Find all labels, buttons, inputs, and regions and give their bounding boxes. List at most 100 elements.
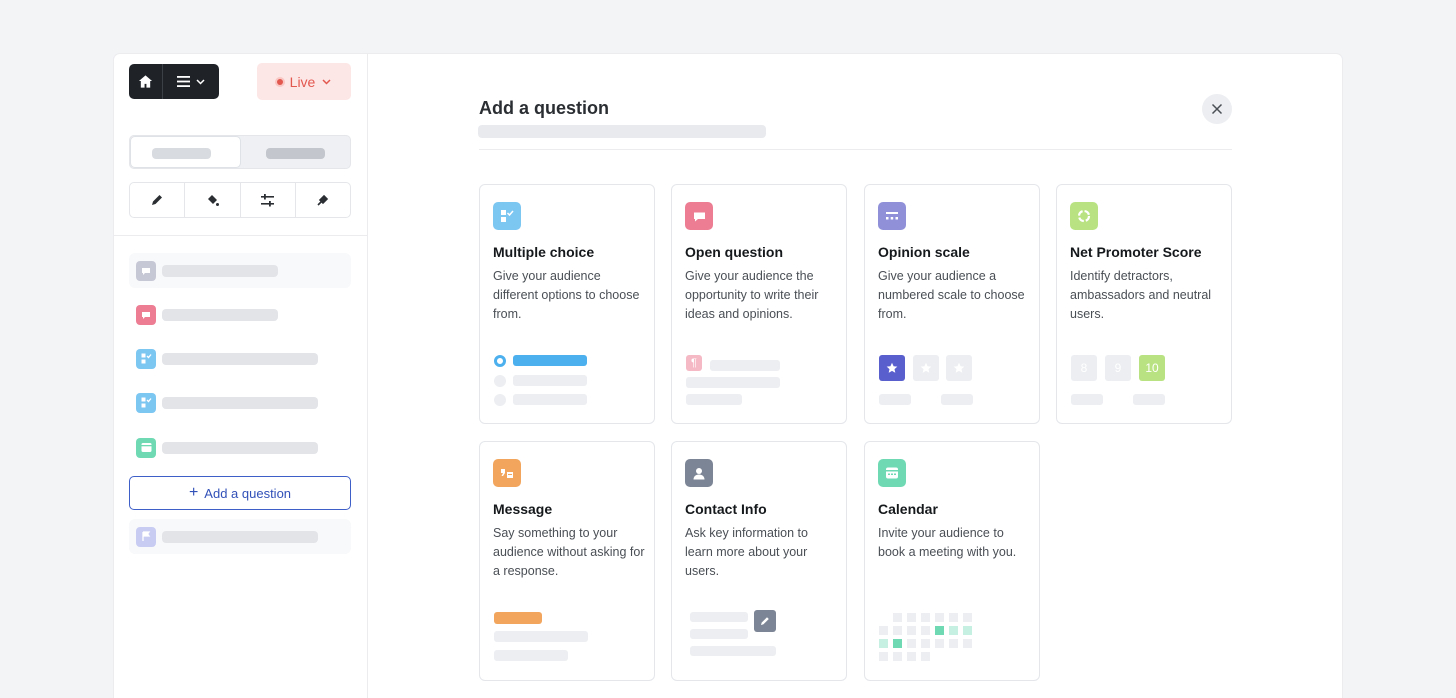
card-description: Give your audience the opportunity to wr… — [685, 269, 819, 321]
live-label: Live — [289, 73, 316, 90]
radio-icon — [494, 375, 506, 387]
card-title: Net Promoter Score — [1070, 244, 1202, 260]
list-item[interactable] — [129, 253, 351, 288]
header-divider — [479, 149, 1232, 150]
pencil-icon — [754, 610, 776, 632]
flag-icon — [136, 526, 156, 547]
add-question-button[interactable]: + Add a question — [129, 476, 351, 510]
preview-bar — [879, 394, 911, 405]
preview-bar — [513, 355, 587, 366]
card-description: Invite your audience to book a meeting w… — [878, 526, 1017, 559]
person-icon — [685, 459, 713, 487]
list-item[interactable] — [129, 341, 351, 376]
home-button[interactable] — [129, 64, 163, 99]
hamburger-icon — [177, 76, 190, 87]
design-tool-button[interactable] — [185, 183, 241, 217]
view-toggle-option-2[interactable] — [266, 148, 325, 159]
paragraph-icon: ¶ — [686, 355, 702, 371]
live-status-button[interactable]: Live — [257, 63, 351, 100]
live-dot-icon — [276, 78, 283, 85]
view-toggle-label-placeholder — [152, 148, 211, 159]
preview-bar — [941, 394, 973, 405]
preview-bar — [494, 631, 588, 642]
preview-bar — [494, 612, 542, 624]
list-item[interactable] — [129, 297, 351, 332]
chevron-down-icon — [322, 78, 331, 85]
preview-bar — [690, 629, 748, 639]
dialog-subtitle-placeholder — [478, 125, 766, 138]
card-title: Opinion scale — [878, 244, 970, 260]
scale-icon — [878, 202, 906, 230]
card-opinion-scale[interactable]: Opinion scale Give your audience a numbe… — [864, 184, 1040, 424]
toolbar — [129, 182, 351, 218]
checklist-icon — [136, 392, 156, 413]
gauge-icon — [1070, 202, 1098, 230]
calendar-icon — [878, 459, 906, 487]
settings-tool-button[interactable] — [241, 183, 296, 217]
card-calendar[interactable]: Calendar Invite your audience to book a … — [864, 441, 1040, 681]
preview-bar — [686, 394, 742, 405]
item-label-placeholder — [162, 352, 318, 365]
card-title: Calendar — [878, 501, 938, 517]
chat-bubble-icon — [136, 260, 156, 281]
close-icon — [1211, 103, 1223, 115]
card-description: Give your audience a numbered scale to c… — [878, 269, 1025, 321]
card-description: Ask key information to learn more about … — [685, 526, 808, 578]
calendar-grid-preview — [879, 613, 972, 661]
preview-bar — [690, 646, 776, 656]
checklist-icon — [136, 348, 156, 369]
sidebar-divider — [114, 235, 368, 236]
menu-button[interactable] — [163, 64, 219, 99]
radio-selected-icon — [494, 355, 506, 367]
item-label-placeholder — [162, 264, 278, 277]
preview-bar — [1133, 394, 1165, 405]
card-message[interactable]: Message Say something to your audience w… — [479, 441, 655, 681]
nps-option: 8 — [1071, 355, 1097, 381]
home-icon — [138, 75, 153, 88]
card-net-promoter-score[interactable]: Net Promoter Score Identify detractors, … — [1056, 184, 1232, 424]
card-multiple-choice[interactable]: Multiple choice Give your audience diffe… — [479, 184, 655, 424]
star-icon — [946, 355, 972, 381]
preview-bar — [513, 375, 587, 386]
radio-icon — [494, 394, 506, 406]
nav-group — [129, 64, 219, 99]
card-open-question[interactable]: Open question Give your audience the opp… — [671, 184, 847, 424]
preview-bar — [686, 377, 780, 388]
editor-window: Live + Add a question Add a question Mul… — [114, 54, 1342, 698]
preview-bar — [513, 394, 587, 405]
integrations-tool-button[interactable] — [296, 183, 350, 217]
close-button[interactable] — [1202, 94, 1232, 124]
checklist-icon — [493, 202, 521, 230]
card-description: Say something to your audience without a… — [493, 526, 645, 578]
star-icon — [913, 355, 939, 381]
card-title: Contact Info — [685, 501, 767, 517]
chat-bubble-icon — [685, 202, 713, 230]
calendar-icon — [136, 437, 156, 458]
edit-tool-button[interactable] — [130, 183, 186, 217]
nps-option: 9 — [1105, 355, 1131, 381]
preview-bar — [494, 650, 568, 661]
sidebar: Live + Add a question — [114, 54, 368, 698]
dialog-title: Add a question — [479, 98, 609, 118]
paint-bucket-icon — [207, 194, 219, 206]
list-item[interactable] — [129, 385, 351, 420]
star-selected-icon — [879, 355, 905, 381]
card-contact-info[interactable]: Contact Info Ask key information to lear… — [671, 441, 847, 681]
list-item[interactable] — [129, 430, 351, 465]
chat-bubble-icon — [136, 304, 156, 325]
item-label-placeholder — [162, 530, 318, 543]
item-label-placeholder — [162, 308, 278, 321]
preview-bar — [1071, 394, 1103, 405]
card-description: Give your audience different options to … — [493, 269, 640, 321]
card-title: Multiple choice — [493, 244, 595, 260]
sliders-icon — [261, 193, 275, 206]
view-toggle — [129, 135, 351, 169]
list-item[interactable] — [129, 519, 351, 554]
preview-bar — [710, 360, 780, 371]
item-label-placeholder — [162, 396, 318, 409]
nps-option-selected: 10 — [1139, 355, 1165, 381]
plus-icon: + — [188, 484, 199, 501]
plug-icon — [317, 194, 329, 206]
preview-bar — [690, 612, 748, 622]
chevron-down-icon — [196, 78, 205, 85]
